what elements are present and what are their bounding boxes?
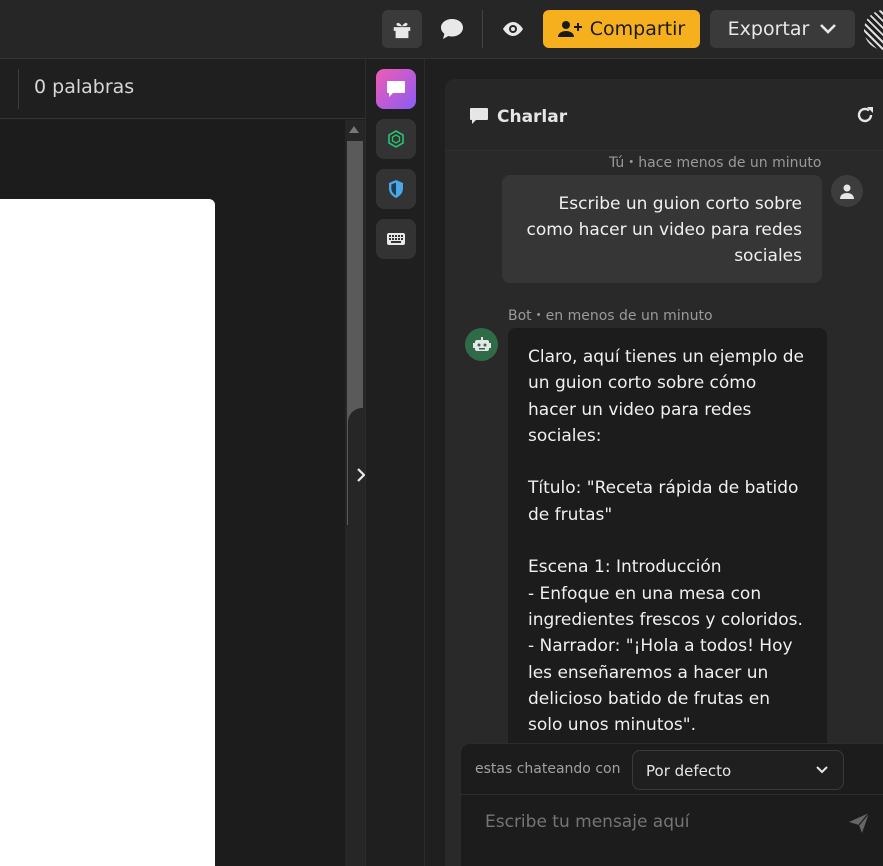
model-select[interactable]: Por defecto <box>632 750 844 790</box>
scroll-up-arrow[interactable] <box>349 126 359 133</box>
gift-button[interactable] <box>382 10 422 48</box>
document-page[interactable] <box>0 199 215 866</box>
chat-panel: Charlar Tú・hace menos de un minuto Escri… <box>445 79 883 866</box>
add-user-icon <box>557 21 582 37</box>
share-label: Compartir <box>589 18 686 40</box>
divider <box>18 69 19 109</box>
chat-header: Charlar <box>445 79 883 151</box>
send-icon[interactable] <box>848 812 870 834</box>
eye-icon <box>503 22 523 36</box>
preview-button[interactable] <box>493 10 533 48</box>
export-label: Exportar <box>727 18 810 40</box>
word-count: 0 palabras <box>34 76 135 98</box>
shield-icon <box>389 180 403 198</box>
chat-bubble-icon <box>441 19 463 39</box>
export-button[interactable]: Exportar <box>710 10 855 48</box>
chat-composer: estas chateando con Por defecto <box>460 743 883 866</box>
rail-chat-button[interactable] <box>376 69 416 109</box>
chat-title: Charlar <box>497 107 568 127</box>
chevron-down-icon <box>820 24 837 34</box>
user-icon <box>840 184 854 199</box>
tool-rail <box>365 59 425 866</box>
model-label: estas chateando con <box>475 761 621 777</box>
user-message: Escribe un guion corto sobre como hacer … <box>502 175 822 283</box>
share-button[interactable]: Compartir <box>543 10 700 48</box>
gift-icon <box>393 22 411 39</box>
chevron-down-icon <box>816 766 828 774</box>
bot-message: Claro, aquí tienes un ejemplo de un guio… <box>508 328 827 748</box>
user-message-meta: Tú・hace menos de un minuto <box>609 155 822 171</box>
rail-ai-button[interactable] <box>376 119 416 159</box>
bot-message-meta: Bot・en menos de un minuto <box>508 308 713 324</box>
keyboard-icon <box>387 233 405 245</box>
rail-shield-button[interactable] <box>376 169 416 209</box>
chat-area: Charlar Tú・hace menos de un minuto Escri… <box>425 59 883 866</box>
chat-icon <box>470 108 488 124</box>
rail-keyboard-button[interactable] <box>376 219 416 259</box>
chat-icon <box>387 81 405 97</box>
editor-header: 0 palabras <box>0 59 365 119</box>
top-bar: Compartir Exportar <box>0 0 883 59</box>
model-value: Por defecto <box>646 762 732 780</box>
comments-button[interactable] <box>432 10 472 48</box>
user-avatar-small <box>831 175 863 207</box>
ai-cube-icon <box>388 130 404 148</box>
bot-avatar <box>465 328 498 361</box>
user-avatar[interactable] <box>864 10 883 50</box>
refresh-icon[interactable] <box>855 105 875 125</box>
robot-icon <box>472 336 491 351</box>
message-input[interactable] <box>485 812 825 832</box>
toolbar-divider <box>482 10 483 48</box>
model-row: estas chateando con Por defecto <box>461 744 883 795</box>
